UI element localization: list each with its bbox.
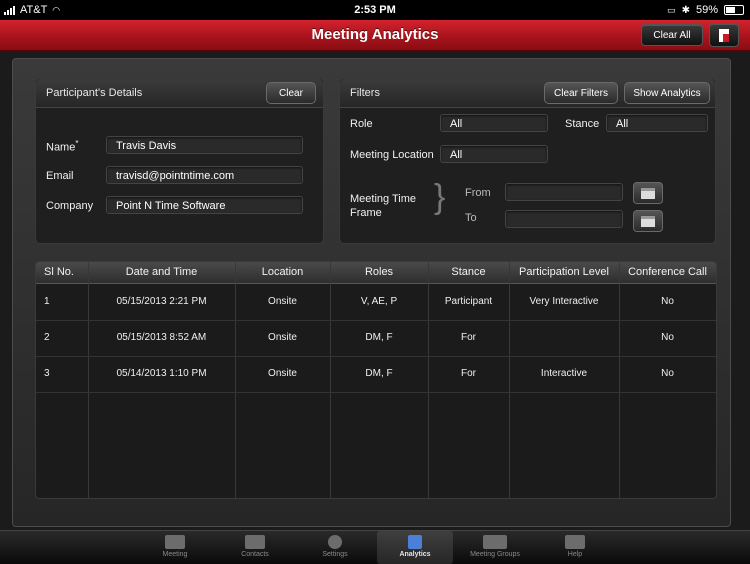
meeting-icon <box>165 535 185 549</box>
meeting-location-label: Meeting Location <box>350 149 434 161</box>
meeting-location-select[interactable]: All <box>440 145 548 163</box>
timeframe-brace: } <box>434 178 446 216</box>
cell-conference-call: No <box>661 332 674 343</box>
tab-label: Analytics <box>399 551 431 558</box>
cell-sl-no: 3 <box>44 368 50 379</box>
page-title: Meeting Analytics <box>311 26 439 43</box>
filters-title: Filters <box>350 87 380 99</box>
cell-date-time: 05/15/2013 8:52 AM <box>116 332 207 343</box>
battery-percent: 59% <box>695 4 718 16</box>
clear-filters-button[interactable]: Clear Filters <box>544 82 618 104</box>
company-field[interactable]: Point N Time Software <box>106 196 303 214</box>
from-calendar-button[interactable] <box>633 182 663 204</box>
cell-stance: Participant <box>444 296 493 307</box>
required-mark: * <box>75 139 79 148</box>
cell-roles: V, AE, P <box>360 296 398 307</box>
cell-location: Onsite <box>268 368 297 379</box>
stance-select[interactable]: All <box>606 114 708 132</box>
tab-meeting[interactable]: Meeting <box>137 531 213 564</box>
company-label: Company <box>46 200 94 212</box>
meeting-time-frame-label: Meeting Time Frame <box>350 193 417 219</box>
cell-date-time: 05/14/2013 1:10 PM <box>116 368 207 379</box>
cell-sl-no: 2 <box>44 332 50 343</box>
cell-sl-no: 1 <box>44 296 50 307</box>
status-right: ▭ ✱ 59% <box>667 4 744 16</box>
email-label: Email <box>46 170 74 182</box>
table-row[interactable]: 3 05/14/2013 1:10 PM Onsite DM, F For In… <box>36 356 716 393</box>
participant-details-card: Participant's Details Clear Name* Travis… <box>35 78 324 244</box>
participant-details-header: Participant's Details Clear <box>36 79 323 108</box>
table-row[interactable]: 2 05/15/2013 8:52 AM Onsite DM, F For No <box>36 320 716 357</box>
gear-icon <box>328 535 342 549</box>
main-panel: Participant's Details Clear Name* Travis… <box>12 58 731 527</box>
export-pdf-button[interactable] <box>709 23 739 47</box>
column-header-location: Location <box>261 266 304 278</box>
column-header-stance: Stance <box>451 266 486 278</box>
cell-location: Onsite <box>268 332 297 343</box>
bluetooth-icon: ✱ <box>681 4 690 16</box>
analytics-table: Sl No. Date and Time Location Roles Stan… <box>35 261 717 499</box>
tab-label: Help <box>567 551 583 558</box>
role-select[interactable]: All <box>440 114 548 132</box>
cell-location: Onsite <box>268 296 297 307</box>
cell-participation-level <box>509 320 619 356</box>
tab-contacts[interactable]: Contacts <box>217 531 293 564</box>
tab-label: Meeting <box>162 551 188 558</box>
filters-card: Filters Clear Filters Show Analytics Rol… <box>339 78 716 244</box>
column-header-roles: Roles <box>364 266 394 278</box>
filters-header: Filters Clear Filters Show Analytics <box>340 79 715 108</box>
to-date-field[interactable] <box>505 210 623 228</box>
groups-icon <box>483 535 507 549</box>
column-header-date-time: Date and Time <box>125 266 198 278</box>
status-bar: AT&T ◠ 2:53 PM ▭ ✱ 59% <box>0 0 750 20</box>
clear-participant-button[interactable]: Clear <box>266 82 316 104</box>
email-field[interactable]: travisd@pointntime.com <box>106 166 303 184</box>
contacts-icon <box>245 535 265 549</box>
calendar-icon <box>641 187 655 199</box>
cell-date-time: 05/15/2013 2:21 PM <box>116 296 207 307</box>
cell-stance: For <box>461 332 476 343</box>
cell-roles: DM, F <box>365 332 393 343</box>
participant-details-title: Participant's Details <box>46 87 143 99</box>
tab-label: Settings <box>322 551 348 558</box>
screen-mirroring-icon: ▭ <box>667 4 676 15</box>
column-header-sl-no: Sl No. <box>44 266 74 278</box>
cell-roles: DM, F <box>365 368 393 379</box>
cell-conference-call: No <box>661 296 674 307</box>
table-header: Sl No. Date and Time Location Roles Stan… <box>36 262 716 284</box>
tab-analytics[interactable]: Analytics <box>377 531 453 564</box>
show-analytics-button[interactable]: Show Analytics <box>624 82 710 104</box>
document-icon <box>719 28 729 42</box>
battery-icon <box>724 5 744 15</box>
to-calendar-button[interactable] <box>633 210 663 232</box>
tab-label: Meeting Groups <box>470 551 520 558</box>
cell-participation-level: Interactive <box>540 368 588 379</box>
tab-label: Contacts <box>241 551 269 558</box>
analytics-icon <box>408 535 422 549</box>
column-header-participation-level: Participation Level <box>519 266 609 278</box>
tab-bar: Meeting Contacts Settings Analytics Meet… <box>0 530 750 564</box>
tab-meeting-groups[interactable]: Meeting Groups <box>457 531 533 564</box>
calendar-icon <box>641 215 655 227</box>
column-header-conference-call: Conference Call <box>628 266 707 278</box>
tab-settings[interactable]: Settings <box>297 531 373 564</box>
cell-stance: For <box>461 368 476 379</box>
role-label: Role <box>350 118 373 130</box>
clear-all-button[interactable]: Clear All <box>641 24 703 46</box>
name-field[interactable]: Travis Davis <box>106 136 303 154</box>
name-label: Name* <box>46 139 79 154</box>
help-icon <box>565 535 585 549</box>
title-bar: Meeting Analytics Clear All <box>0 20 750 51</box>
cell-participation-level: Very Interactive <box>529 296 599 307</box>
from-date-field[interactable] <box>505 183 623 201</box>
cell-conference-call: No <box>661 368 674 379</box>
stance-label: Stance <box>565 118 600 130</box>
from-label: From <box>465 187 491 199</box>
tab-help[interactable]: Help <box>537 531 613 564</box>
table-row[interactable]: 1 05/15/2013 2:21 PM Onsite V, AE, P Par… <box>36 284 716 321</box>
to-label: To <box>465 212 477 224</box>
status-time: 2:53 PM <box>354 4 396 16</box>
